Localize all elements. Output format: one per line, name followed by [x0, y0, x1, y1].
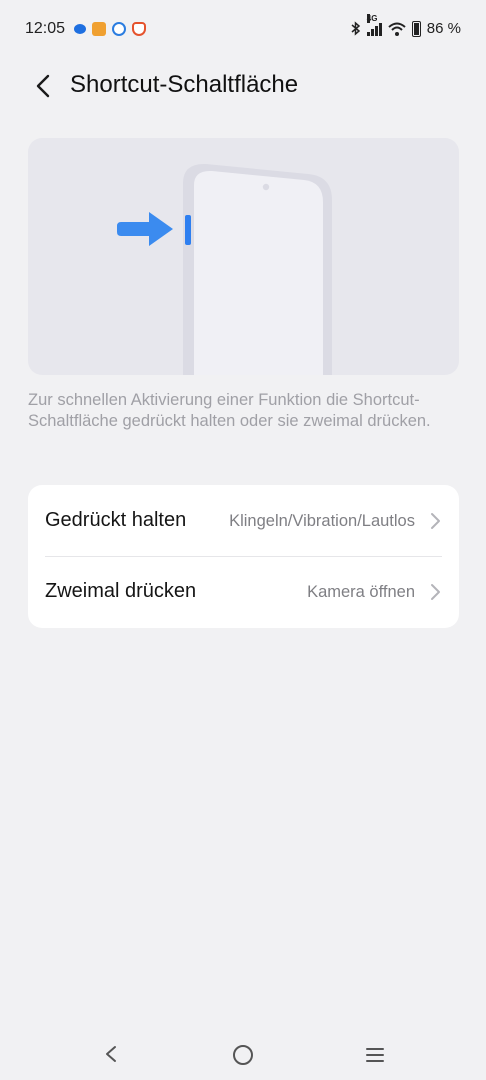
setting-label: Zweimal drücken [45, 580, 197, 602]
chevron-right-icon [431, 584, 440, 600]
nav-home-icon[interactable] [233, 1045, 253, 1065]
nav-back-icon[interactable] [101, 1044, 121, 1064]
bluetooth-icon [351, 21, 360, 36]
blue-check-icon [112, 22, 126, 36]
description-text: Zur schnellen Aktivierung einer Funktion… [28, 391, 431, 430]
wifi-icon [388, 22, 406, 36]
setting-label: Gedrückt halten [45, 509, 187, 531]
side-button-highlight [185, 215, 191, 245]
nav-menu-icon[interactable] [365, 1047, 385, 1063]
setting-row-press-and-hold[interactable]: Gedrückt halten Klingeln/Vibration/Lautl… [28, 485, 459, 556]
network-type: 4G [366, 13, 378, 23]
shortcut-button-illustration [28, 138, 459, 375]
back-arrow-icon[interactable] [28, 70, 60, 102]
navigation-bar [0, 1030, 486, 1080]
setting-value: Kamera öffnen [307, 583, 415, 601]
setting-value: Klingeln/Vibration/Lautlos [229, 512, 415, 530]
header: Shortcut-Schaltfläche [0, 60, 486, 110]
battery-icon [411, 20, 421, 37]
battery-percent: 86 % [426, 20, 461, 37]
brave-icon [132, 22, 146, 36]
status-right: 4G 86 % [351, 13, 461, 37]
signal-icon: 4G [366, 13, 382, 36]
status-time: 12:05 [25, 20, 66, 37]
arrow-icon [117, 212, 173, 246]
status-bar: 12:05 4G 86 % [0, 0, 486, 62]
settings-card: Gedrückt halten Klingeln/Vibration/Lautl… [28, 485, 459, 628]
phone-illustration [117, 163, 332, 375]
page-title: Shortcut-Schaltfläche [70, 71, 299, 98]
message-icon [74, 24, 86, 34]
setting-row-double-press[interactable]: Zweimal drücken Kamera öffnen [28, 556, 459, 627]
notification-icons [74, 22, 146, 36]
orange-app-icon [92, 22, 106, 36]
chevron-right-icon [431, 513, 440, 529]
